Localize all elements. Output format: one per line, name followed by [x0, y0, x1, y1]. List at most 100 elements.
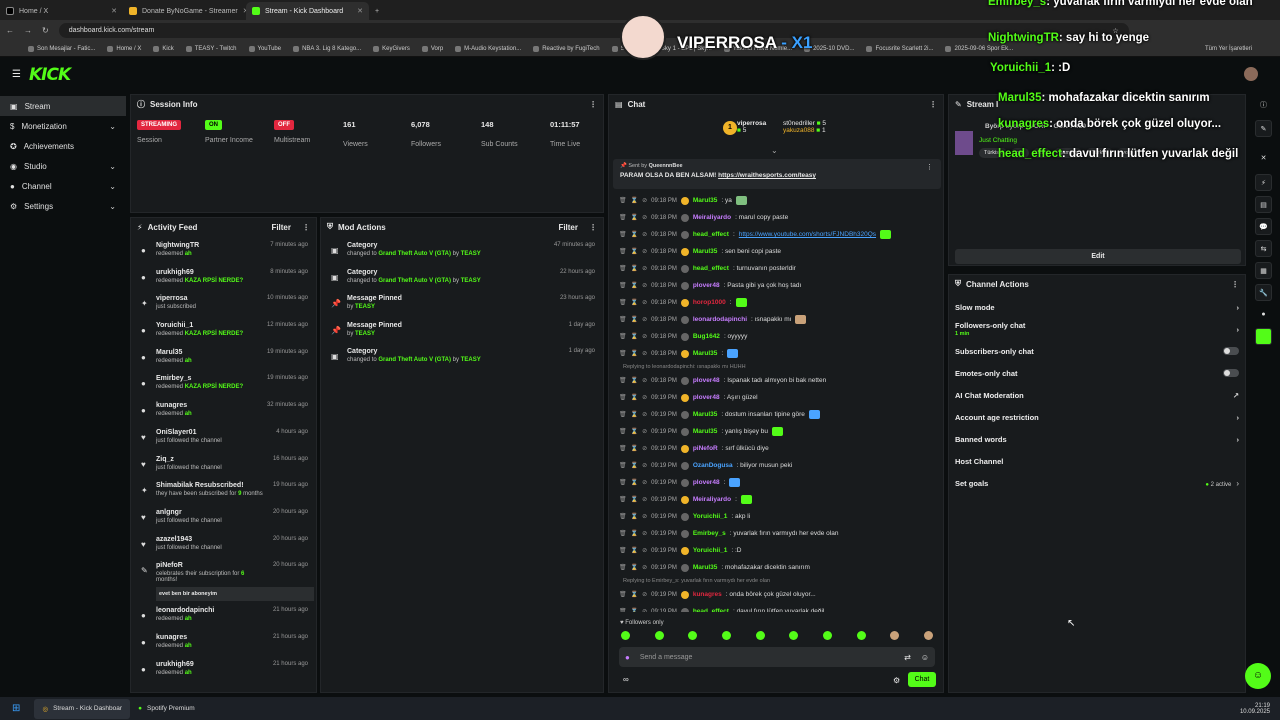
timeout-icon[interactable]: ⌛ [631, 394, 638, 401]
emote-icon[interactable] [822, 631, 832, 640]
edit-button[interactable]: Edit [955, 249, 1241, 264]
chat-icon[interactable]: 💬 [1255, 218, 1272, 235]
more-icon[interactable]: ⋮ [929, 100, 937, 109]
timeout-icon[interactable]: ⌛ [631, 462, 638, 469]
ban-icon[interactable]: ⊘ [642, 333, 647, 340]
chat-message[interactable]: 🗑 ⌛ ⊘ 09:19 PM Emirbey_s: yuvarlak fırın var… [609, 525, 943, 542]
delete-icon[interactable]: 🗑 [619, 350, 627, 357]
emote-icon[interactable] [890, 631, 900, 640]
chat-message[interactable]: 🗑 ⌛ ⊘ 09:18 PM plover48: Pasta gibi ya çok h… [609, 277, 943, 294]
help-button[interactable]: ☺ [1245, 663, 1271, 689]
chevron-down-icon[interactable]: ⌄ [771, 146, 778, 155]
bookmark[interactable]: Son Mesajlar - Fatic... [28, 45, 95, 52]
timeout-icon[interactable]: ⌛ [631, 214, 638, 221]
pinned-link[interactable]: https://wraithesports.com/teasy [718, 172, 816, 179]
timeout-icon[interactable]: ⌛ [631, 513, 638, 520]
close-icon[interactable]: ✕ [111, 7, 117, 15]
activity-item[interactable]: ♥ OniSlayer01 just followed the channel 4 h… [131, 427, 316, 454]
chat-input[interactable]: ● Send a message ⇄ ☺ [619, 647, 935, 667]
ban-icon[interactable]: ⊘ [642, 608, 647, 612]
activity-item[interactable]: ● Yoruichii_1 redeemed KAZA RPSİ NERDE? 12 … [131, 320, 316, 347]
mod-action-item[interactable]: 📌 Message Pinned by TEASY 1 day ago [321, 320, 603, 347]
chat-username[interactable]: piNefoR [693, 445, 718, 452]
chat-message[interactable]: 🗑 ⌛ ⊘ 09:19 PM Meiraliyardo: [609, 491, 943, 508]
channel-action-row[interactable]: AI Chat Moderation ↗ [949, 384, 1245, 406]
delete-icon[interactable]: 🗑 [619, 248, 627, 255]
chat-message[interactable]: 🗑 ⌛ ⊘ 09:19 PM head_effect: davul fırın lütf… [609, 603, 943, 612]
timeout-icon[interactable]: ⌛ [631, 591, 638, 598]
channel-action-row[interactable]: Account age restriction › [949, 406, 1245, 428]
timeout-icon[interactable]: ⌛ [631, 197, 638, 204]
link-icon[interactable]: ⇆ [1255, 240, 1272, 257]
ban-icon[interactable]: ⊘ [642, 411, 647, 418]
bookmark[interactable]: TEASY - Twitch [185, 45, 237, 52]
kick-logo[interactable]: KICK [29, 65, 71, 85]
ban-icon[interactable]: ⊘ [642, 197, 647, 204]
timeout-icon[interactable]: ⌛ [631, 530, 638, 537]
kick-icon[interactable] [1255, 328, 1272, 345]
bookmark[interactable]: Vorp [421, 45, 443, 52]
ban-icon[interactable]: ⊘ [642, 394, 647, 401]
timeout-icon[interactable]: ⌛ [631, 411, 638, 418]
taskbar-app-spotify[interactable]: ● Spotify Premium [138, 705, 195, 712]
emote-icon[interactable] [621, 631, 630, 640]
chat-username[interactable]: Bug1642 [693, 333, 720, 340]
chat-username[interactable]: Meiraliyardo [693, 496, 731, 503]
sidebar-item-stream[interactable]: ▣ Stream [0, 96, 126, 116]
timeout-icon[interactable]: ⌛ [631, 496, 638, 503]
chat-link[interactable]: https://www.youtube.com/shorts/FJNDBh320… [739, 231, 876, 238]
emote-icon[interactable] [856, 631, 866, 640]
delete-icon[interactable]: 🗑 [619, 608, 627, 612]
taskbar-app-chrome[interactable]: ◎ Stream - Kick Dashboar [34, 698, 131, 719]
ban-icon[interactable]: ⊘ [642, 547, 647, 554]
sidebar-item-studio[interactable]: ◉ Studio ⌄ [0, 156, 126, 176]
windows-start-icon[interactable]: ⊞ [12, 703, 20, 714]
channel-action-row[interactable]: Host Channel [949, 450, 1245, 472]
timeout-icon[interactable]: ⌛ [631, 316, 638, 323]
url-input[interactable]: dashboard.kick.com/stream ☆ [58, 23, 1129, 38]
chat-username[interactable]: head_effect [693, 265, 729, 272]
back-icon[interactable]: ← [6, 26, 14, 35]
gear-icon[interactable]: ⚙ [893, 676, 900, 685]
timeout-icon[interactable]: ⌛ [631, 445, 638, 452]
chat-username[interactable]: Marul35 [693, 248, 718, 255]
browser-tab[interactable]: Home / X ✕ [0, 2, 123, 20]
bolt-icon[interactable]: ⚡ [1255, 174, 1272, 191]
timeout-icon[interactable]: ⌛ [631, 547, 638, 554]
timeout-icon[interactable]: ⌛ [631, 231, 638, 238]
ban-icon[interactable]: ⊘ [642, 282, 647, 289]
emoji-icon[interactable]: ☺ [921, 653, 929, 662]
send-chat-button[interactable]: Chat [908, 672, 936, 687]
activity-item[interactable]: ● NightwingTR redeemed ah 7 minutes ago [131, 240, 316, 267]
chat-message[interactable]: 🗑 ⌛ ⊘ 09:19 PM plover48: Aşırı güzel [609, 389, 943, 406]
bookmark[interactable]: Focusrite Scarlett 2i... [866, 45, 933, 52]
chat-username[interactable]: head_effect [693, 608, 729, 612]
activity-item[interactable]: ♥ azazel1943 just followed the channel 20 h… [131, 534, 316, 561]
sidebar-item-channel[interactable]: ● Channel ⌄ [0, 176, 126, 196]
ban-icon[interactable]: ⊘ [642, 591, 647, 598]
mod-action-item[interactable]: 📌 Message Pinned by TEASY 23 hours ago [321, 293, 603, 320]
clock[interactable]: 21:19 10.09.2025 [1240, 703, 1270, 715]
emote-icon[interactable] [721, 631, 731, 640]
more-icon[interactable]: ⋮ [589, 223, 597, 232]
delete-icon[interactable]: 🗑 [619, 231, 627, 238]
chat-username[interactable]: Marul35 [693, 197, 718, 204]
mod-action-item[interactable]: ▣ Category changed to Grand Theft Auto V (… [321, 346, 603, 373]
timeout-icon[interactable]: ⌛ [631, 377, 638, 384]
ban-icon[interactable]: ⊘ [642, 248, 647, 255]
chat-message[interactable]: 🗑 ⌛ ⊘ 09:19 PM piNefoR: sırf ülkücü diye [609, 440, 943, 457]
browser-tab[interactable]: Donate ByNoGame - Streamer ✕ [123, 2, 246, 20]
mod-action-item[interactable]: ▣ Category changed to Grand Theft Auto V (… [321, 267, 603, 294]
sidebar-item-settings[interactable]: ⚙ Settings ⌄ [0, 196, 126, 216]
emote-icon[interactable] [789, 631, 799, 640]
emote-icon[interactable] [923, 631, 933, 640]
stream-category[interactable]: Just Chatting [979, 137, 1017, 144]
chat-username[interactable]: leonardodapinchi [693, 316, 747, 323]
delete-icon[interactable]: 🗑 [619, 377, 627, 384]
ban-icon[interactable]: ⊘ [642, 564, 647, 571]
mic-icon[interactable]: ● [625, 653, 630, 662]
timeout-icon[interactable]: ⌛ [631, 479, 638, 486]
ban-icon[interactable]: ⊘ [642, 496, 647, 503]
toggle-switch[interactable] [1223, 347, 1239, 355]
delete-icon[interactable]: 🗑 [619, 282, 627, 289]
